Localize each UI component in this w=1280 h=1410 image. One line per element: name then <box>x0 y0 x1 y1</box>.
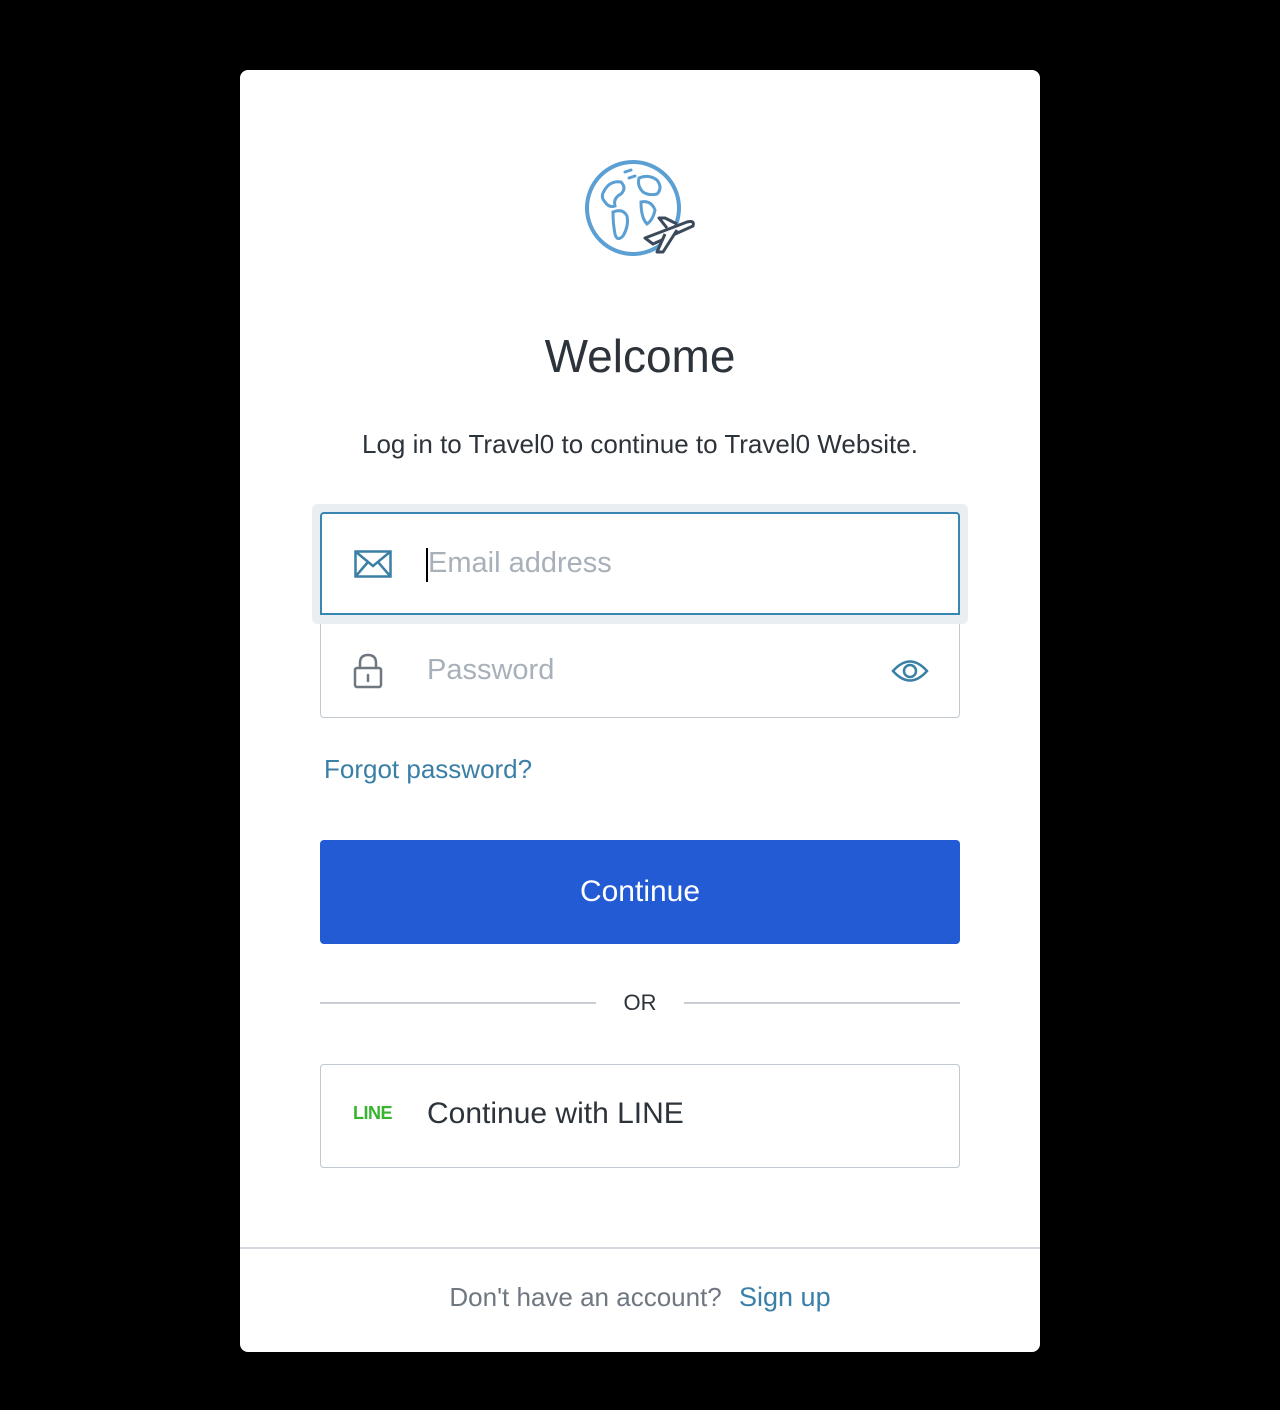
signup-prompt: Don't have an account? <box>449 1282 722 1312</box>
divider-line-right <box>684 1002 960 1004</box>
continue-with-line-button[interactable]: LINE Continue with LINE <box>320 1064 960 1168</box>
password-field[interactable] <box>320 624 960 718</box>
eye-icon[interactable] <box>891 658 929 684</box>
lock-icon <box>353 653 383 688</box>
email-input[interactable] <box>428 514 868 613</box>
password-input[interactable] <box>427 624 867 717</box>
login-card: Welcome Log in to Travel0 to continue to… <box>240 70 1040 1352</box>
globe-airplane-logo <box>585 160 695 256</box>
footer-divider <box>240 1247 1040 1249</box>
line-logo: LINE <box>353 1103 393 1123</box>
signup-link[interactable]: Sign up <box>739 1282 831 1312</box>
envelope-icon <box>354 549 392 578</box>
or-divider: OR <box>320 986 960 1018</box>
email-field[interactable] <box>320 512 960 615</box>
forgot-password-link[interactable]: Forgot password? <box>324 754 532 785</box>
signup-footer: Don't have an account? Sign up <box>240 1282 1040 1313</box>
page-title: Welcome <box>544 330 736 382</box>
line-button-label: Continue with LINE <box>427 1097 684 1130</box>
page-subtitle: Log in to Travel0 to continue to Travel0… <box>362 429 918 459</box>
continue-button[interactable]: Continue <box>320 840 960 944</box>
